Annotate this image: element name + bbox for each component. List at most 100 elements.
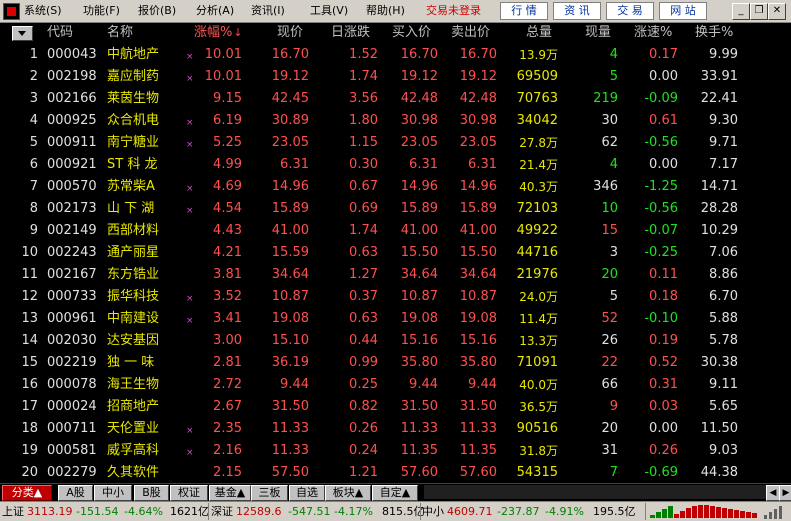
table-row[interactable]: 19 000581 威孚高科 × 2.16 11.33 0.24 11.35 11.35 31.8… xyxy=(0,440,791,462)
cell-change-pct: 3.81 xyxy=(213,267,242,282)
table-row[interactable]: 6 000921 ST 科 龙 4.99 6.31 0.30 6.31 6.31 21.4万 4 0… xyxy=(0,154,791,176)
stock-name: 嘉应制药 xyxy=(107,69,160,84)
cell-turnover: 44.38 xyxy=(700,465,738,480)
sz-index[interactable]: 12589.6 xyxy=(236,504,282,519)
cell-ask: 16.70 xyxy=(459,47,497,62)
cell-price: 41.00 xyxy=(271,223,309,238)
cell-turnover: 9.71 xyxy=(709,135,738,150)
cell-bid: 14.96 xyxy=(400,179,438,194)
scroll-right-icon[interactable]: ▶ xyxy=(779,485,791,501)
col-change-pct[interactable]: 涨幅%↓ xyxy=(194,25,243,41)
tab-warrant[interactable]: 权证 xyxy=(170,485,208,501)
cell-price: 16.70 xyxy=(271,47,309,62)
table-row[interactable]: 12 000733 振华科技 × 3.52 10.87 0.37 10.87 10.87 24.0… xyxy=(0,286,791,308)
cell-price: 9.44 xyxy=(280,377,309,392)
stock-name: 苏常柴A xyxy=(107,179,155,194)
col-change-pct-label: 涨幅% xyxy=(194,25,233,40)
tab-favorites[interactable]: 自选 xyxy=(289,485,325,501)
col-speed[interactable]: 涨速% xyxy=(634,25,672,41)
tab-a-share[interactable]: A股 xyxy=(58,485,93,501)
trade-button[interactable]: 交 易 xyxy=(606,2,654,20)
horizontal-scrollbar[interactable] xyxy=(424,485,766,499)
table-row[interactable]: 7 000570 苏常柴A × 4.69 14.96 0.67 14.96 14.96 40.3万… xyxy=(0,176,791,198)
col-bid[interactable]: 买入价 xyxy=(392,25,431,41)
menu-analysis[interactable]: 分析(A) xyxy=(196,2,234,20)
col-cur-volume[interactable]: 现量 xyxy=(585,25,611,41)
table-row[interactable]: 11 002167 东方锆业 3.81 34.64 1.27 34.64 34.64 21976… xyxy=(0,264,791,286)
quote-button[interactable]: 行 情 xyxy=(500,2,548,20)
restore-icon[interactable]: ❐ xyxy=(750,3,768,20)
menu-system[interactable]: 系统(S) xyxy=(24,2,62,20)
menu-info[interactable]: 资讯(I) xyxy=(251,2,285,20)
tab-third-board[interactable]: 三板 xyxy=(251,485,288,501)
cell-bid: 23.05 xyxy=(400,135,438,150)
cell-turnover: 33.91 xyxy=(700,69,738,84)
col-ask[interactable]: 卖出价 xyxy=(451,25,490,41)
tab-custom[interactable]: 自定▲ xyxy=(372,485,418,501)
close-icon[interactable]: ✕ xyxy=(768,3,786,20)
cell-price: 19.08 xyxy=(271,311,309,326)
col-turnover[interactable]: 换手% xyxy=(695,25,733,41)
table-row[interactable]: 14 002030 达安基因 3.00 15.10 0.44 15.16 15.16 13.3万… xyxy=(0,330,791,352)
website-button[interactable]: 网 站 xyxy=(659,2,707,20)
row-index: 11 xyxy=(21,267,38,282)
table-row[interactable]: 8 002173 山 下 湖 × 4.54 15.89 0.69 15.89 15.89 7210… xyxy=(0,198,791,220)
cell-ask: 57.60 xyxy=(459,465,497,480)
cell-speed: -0.69 xyxy=(644,465,678,480)
menu-bar: 系统(S) 功能(F) 报价(B) 分析(A) 资讯(I) 工具(V) 帮助(H… xyxy=(0,0,791,23)
menu-quote[interactable]: 报价(B) xyxy=(138,2,176,20)
col-name[interactable]: 名称 xyxy=(107,25,133,41)
table-row[interactable]: 2 002198 嘉应制药 × 10.01 19.12 1.74 19.12 19.12 6950… xyxy=(0,66,791,88)
row-index: 2 xyxy=(29,69,38,84)
tab-b-share[interactable]: B股 xyxy=(134,485,169,501)
tab-fund[interactable]: 基金▲ xyxy=(209,485,251,501)
tab-sme[interactable]: 中小 xyxy=(94,485,132,501)
menu-tools[interactable]: 工具(V) xyxy=(310,2,348,20)
row-index: 13 xyxy=(21,311,38,326)
cell-volume: 40.3万 xyxy=(519,180,558,194)
minimize-icon[interactable]: _ xyxy=(732,3,750,20)
table-row[interactable]: 5 000911 南宁糖业 × 5.25 23.05 1.15 23.05 23.05 27.8万… xyxy=(0,132,791,154)
cell-volume: 72103 xyxy=(516,201,558,216)
category-tab-bar: 分类▲ A股 中小 B股 权证 基金▲ 三板 自选 板块▲ 自定▲ ◀ ▶ xyxy=(0,483,791,501)
table-row[interactable]: 16 000078 海王生物 2.72 9.44 0.25 9.44 9.44 40.0万 66 0… xyxy=(0,374,791,396)
stock-name: 东方锆业 xyxy=(107,267,160,282)
cell-volume: 13.9万 xyxy=(519,48,558,62)
table-row[interactable]: 18 000711 天伦置业 × 2.35 11.33 0.26 11.33 11.33 9051… xyxy=(0,418,791,440)
table-row[interactable]: 10 002243 通产丽星 4.21 15.59 0.63 15.50 15.50 44716… xyxy=(0,242,791,264)
col-price[interactable]: 现价 xyxy=(277,25,303,41)
cell-speed: 0.52 xyxy=(649,355,678,370)
menu-help[interactable]: 帮助(H) xyxy=(366,2,405,20)
column-menu-dropdown-icon[interactable] xyxy=(12,26,33,41)
cell-bid: 34.64 xyxy=(400,267,438,282)
table-row[interactable]: 20 002279 久其软件 2.15 57.50 1.21 57.60 57.60 54315… xyxy=(0,462,791,484)
stock-name: 招商地产 xyxy=(107,399,160,414)
tab-sector[interactable]: 板块▲ xyxy=(325,485,371,501)
trade-login-status[interactable]: 交易未登录 xyxy=(426,2,481,20)
cell-day-change: 0.63 xyxy=(349,245,378,260)
cell-turnover: 22.41 xyxy=(700,91,738,106)
tab-category[interactable]: 分类▲ xyxy=(2,485,52,501)
col-day-change[interactable]: 日涨跌 xyxy=(331,25,370,41)
table-row[interactable]: 17 000024 招商地产 2.67 31.50 0.82 31.50 31.50 36.5万… xyxy=(0,396,791,418)
table-row[interactable]: 13 000961 中南建设 × 3.41 19.08 0.63 19.08 19.08 11.4… xyxy=(0,308,791,330)
table-row[interactable]: 4 000925 众合机电 × 6.19 30.89 1.80 30.98 30.98 34042… xyxy=(0,110,791,132)
table-row[interactable]: 9 002149 西部材料 4.43 41.00 1.74 41.00 41.00 49922 1… xyxy=(0,220,791,242)
sh-index[interactable]: 3113.19 xyxy=(27,504,73,519)
menu-function[interactable]: 功能(F) xyxy=(83,2,120,20)
col-code[interactable]: 代码 xyxy=(47,25,73,41)
cell-day-change: 0.26 xyxy=(349,421,378,436)
table-row[interactable]: 1 000043 中航地产 × 10.01 16.70 1.52 16.70 16.70 13.9… xyxy=(0,44,791,66)
news-button[interactable]: 资 讯 xyxy=(553,2,601,20)
scroll-left-icon[interactable]: ◀ xyxy=(766,485,780,501)
table-row[interactable]: 15 002219 独 一 味 2.81 36.19 0.99 35.80 35.80 7109… xyxy=(0,352,791,374)
stock-code: 000043 xyxy=(47,47,97,62)
cell-day-change: 0.37 xyxy=(349,289,378,304)
col-volume[interactable]: 总量 xyxy=(526,25,552,41)
cell-turnover: 28.28 xyxy=(700,201,738,216)
sh-label: 上证 xyxy=(2,505,24,518)
table-row[interactable]: 3 002166 莱茵生物 9.15 42.45 3.56 42.48 42.48 70763 2… xyxy=(0,88,791,110)
zx-index[interactable]: 4609.71 xyxy=(447,504,493,519)
sz-pct: -4.17% xyxy=(334,505,373,518)
stock-name: 达安基因 xyxy=(107,333,160,348)
